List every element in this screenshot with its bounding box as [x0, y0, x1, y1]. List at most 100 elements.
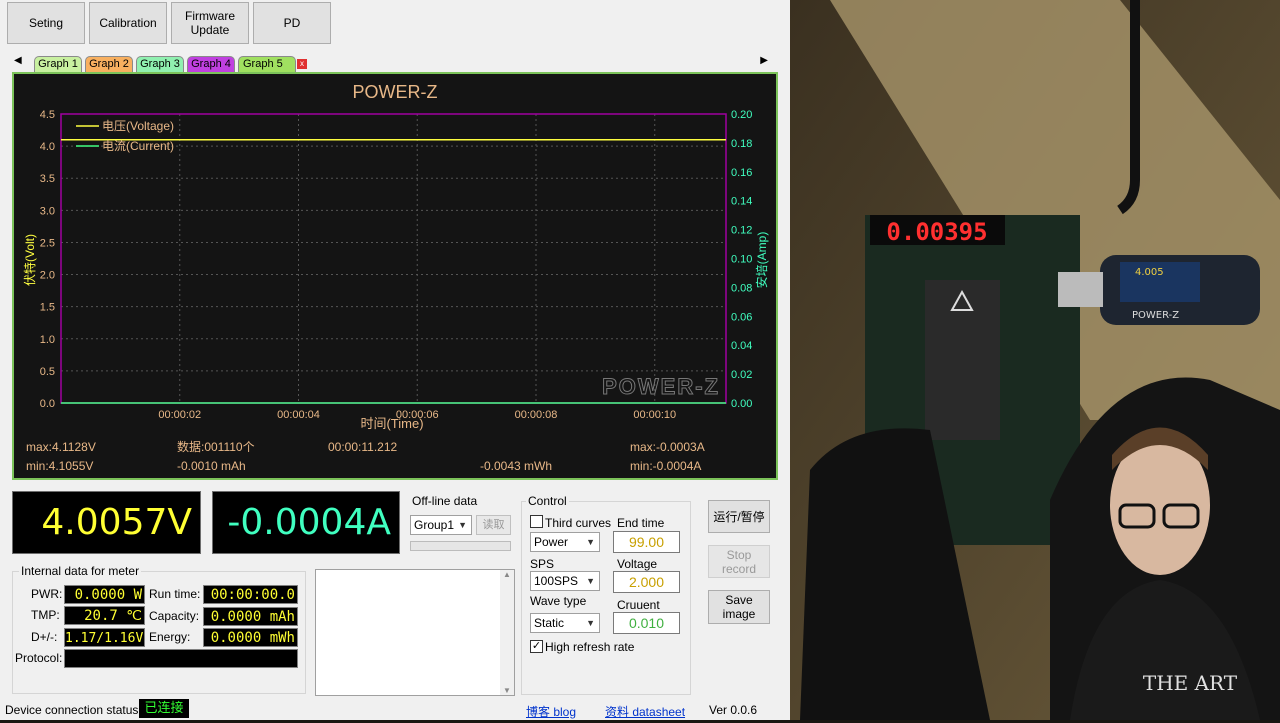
stat-data-count: 数据:001110个	[177, 439, 255, 454]
chart-title: POWER-Z	[353, 82, 438, 102]
tmp-value: 20.7 ℃	[64, 606, 145, 625]
chevron-down-icon: ▼	[586, 537, 595, 547]
datasheet-link[interactable]: 资料 datasheet	[605, 703, 685, 720]
tab-graph-1[interactable]: Graph 1	[34, 56, 82, 72]
tab-graph-4[interactable]: Graph 4	[187, 56, 235, 72]
stat-current-min: min:-0.0004A	[630, 459, 701, 473]
y-right-tick-label: 0.14	[731, 196, 752, 208]
connection-status-value: 已连接	[139, 699, 189, 718]
run-pause-button[interactable]: 运行/暂停	[708, 500, 770, 533]
offline-progress-bar	[410, 541, 511, 551]
stat-voltage-max: max:4.1128V	[26, 440, 96, 454]
sps-label: SPS	[530, 557, 555, 571]
wave-type-value: Static	[534, 616, 565, 630]
graph-tab-strip: ◀ Graph 1 Graph 2 Graph 3 Graph 4 Graph …	[10, 55, 772, 72]
stop-record-button[interactable]: Stop record	[708, 545, 770, 578]
y-right-tick-label: 0.08	[731, 282, 752, 294]
firmware-update-button[interactable]: Firmware Update	[171, 2, 249, 44]
control-title: Control	[526, 494, 569, 508]
voltage-label: Voltage	[617, 557, 658, 571]
y-right-tick-label: 0.16	[731, 167, 752, 179]
log-scrollbar[interactable]: ▲ ▼	[500, 570, 514, 695]
y-left-tick-label: 4.5	[40, 109, 55, 121]
y-right-tick-label: 0.00	[731, 398, 752, 410]
tmp-label: TMP:	[31, 608, 60, 622]
sps-value: 100SPS	[534, 574, 579, 588]
capacity-value: 0.0000 mAh	[203, 607, 298, 626]
legend-current: 电流(Current)	[102, 139, 174, 153]
runtime-label: Run time:	[149, 587, 201, 601]
high-refresh-checkbox[interactable]: ✓	[530, 640, 543, 653]
chevron-down-icon: ▼	[586, 618, 595, 628]
dpm-value: 1.17/1.16V	[64, 628, 145, 647]
log-textarea[interactable]: ▲ ▼	[315, 569, 515, 696]
offline-group-select[interactable]: Group1 ▼	[410, 515, 472, 535]
tab-graph-2[interactable]: Graph 2	[85, 56, 133, 72]
protocol-label: Protocol:	[15, 651, 63, 665]
internal-data-title: Internal data for meter	[19, 564, 142, 578]
y-right-tick-label: 0.04	[731, 340, 752, 352]
stat-elapsed: 00:00:11.212	[328, 440, 398, 454]
pd-button[interactable]: PD	[253, 2, 331, 44]
energy-value: 0.0000 mWh	[203, 628, 298, 647]
y-left-tick-label: 3.0	[40, 205, 55, 217]
y-right-tick-label: 0.06	[731, 311, 752, 323]
tab-graph-3[interactable]: Graph 3	[136, 56, 184, 72]
end-time-label: End time	[617, 516, 665, 530]
current-input[interactable]: 0.010	[613, 612, 680, 634]
y-left-tick-label: 0.5	[40, 366, 55, 378]
y-right-tick-label: 0.12	[731, 225, 752, 237]
camera-video-feed: 0.00395 4.005 POWER-Z THE ART	[790, 0, 1280, 720]
tab-scroll-left-icon[interactable]: ◀	[14, 55, 22, 66]
y-right-tick-label: 0.18	[731, 138, 752, 150]
power-chart: POWER-Z 4.5 4.0 3.5 3.0 2.5 2.0 1.5 1.0 0.5 0.0 0…	[14, 74, 776, 478]
offline-group-value: Group1	[414, 518, 455, 532]
graph-panel: POWER-Z 4.5 4.0 3.5 3.0 2.5 2.0 1.5 1.0 0.5 0.0 0…	[12, 72, 778, 480]
mode-select[interactable]: Power ▼	[530, 532, 600, 552]
tab-scroll-right-icon[interactable]: ▶	[760, 55, 768, 66]
chevron-down-icon: ▼	[458, 520, 467, 530]
pwr-label: PWR:	[31, 587, 63, 601]
close-tab-icon[interactable]: x	[297, 59, 307, 69]
current-readout-panel: -0.0004A	[212, 491, 400, 554]
scroll-down-icon[interactable]: ▼	[500, 686, 514, 695]
dpm-label: D+/-:	[31, 630, 58, 644]
y-left-tick-label: 1.0	[40, 334, 55, 346]
save-image-button[interactable]: Save image	[708, 590, 770, 624]
runtime-value: 00:00:00.0	[203, 585, 298, 604]
connection-status-label: Device connection status:	[5, 703, 142, 717]
y-left-tick-label: 3.5	[40, 173, 55, 185]
power-z-app-window: Seting Calibration Firmware Update PD ◀ …	[0, 0, 790, 720]
end-time-input[interactable]: 99.00	[613, 531, 680, 553]
y-left-tick-label: 1.5	[40, 302, 55, 314]
y-right-tick-label: 0.02	[731, 369, 752, 381]
current-readout: -0.0004A	[227, 502, 391, 543]
y-left-tick-label: 2.0	[40, 270, 55, 282]
voltage-input[interactable]: 2.000	[613, 571, 680, 593]
chart-watermark: POWER-Z	[602, 374, 720, 399]
sps-select[interactable]: 100SPS ▼	[530, 571, 600, 591]
stat-voltage-min: min:4.1055V	[26, 459, 93, 473]
y-left-axis-label: 伏特(Volt)	[22, 234, 37, 286]
setting-button[interactable]: Seting	[7, 2, 85, 44]
wave-type-select[interactable]: Static ▼	[530, 613, 600, 633]
usb-meter-brand: POWER-Z	[1132, 310, 1179, 321]
voltage-readout: 4.0057V	[41, 502, 192, 543]
battery	[925, 280, 1000, 440]
led-display-value: 0.00395	[886, 218, 987, 246]
x-tick-label: 00:00:08	[515, 409, 558, 421]
y-right-tick-label: 0.10	[731, 254, 752, 266]
legend-voltage: 电压(Voltage)	[102, 119, 174, 133]
calibration-button[interactable]: Calibration	[89, 2, 167, 44]
scroll-up-icon[interactable]: ▲	[500, 570, 514, 579]
protocol-value	[64, 649, 298, 668]
third-curves-label: Third curves	[545, 516, 612, 530]
usb-connector	[1058, 272, 1103, 307]
y-right-tick-label: 0.20	[731, 109, 752, 121]
y-left-tick-label: 4.0	[40, 141, 55, 153]
blog-link[interactable]: 博客 blog	[526, 703, 576, 720]
stat-energy: -0.0043 mWh	[480, 459, 552, 473]
tab-graph-5[interactable]: Graph 5	[238, 56, 296, 72]
third-curves-checkbox[interactable]	[530, 515, 543, 528]
read-offline-button[interactable]: 读取	[476, 515, 511, 535]
